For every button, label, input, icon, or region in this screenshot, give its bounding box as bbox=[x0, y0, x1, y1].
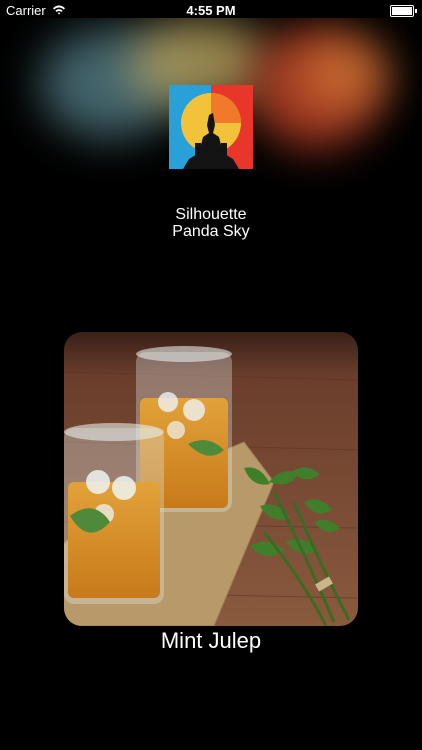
battery-icon bbox=[390, 5, 417, 17]
album-art bbox=[169, 85, 253, 169]
mint-julep-photo[interactable] bbox=[64, 332, 358, 626]
artist-name: Panda Sky bbox=[172, 223, 250, 240]
clock: 4:55 PM bbox=[186, 3, 236, 18]
song-title: Silhouette bbox=[175, 206, 247, 223]
drink-title: Mint Julep bbox=[160, 628, 262, 653]
